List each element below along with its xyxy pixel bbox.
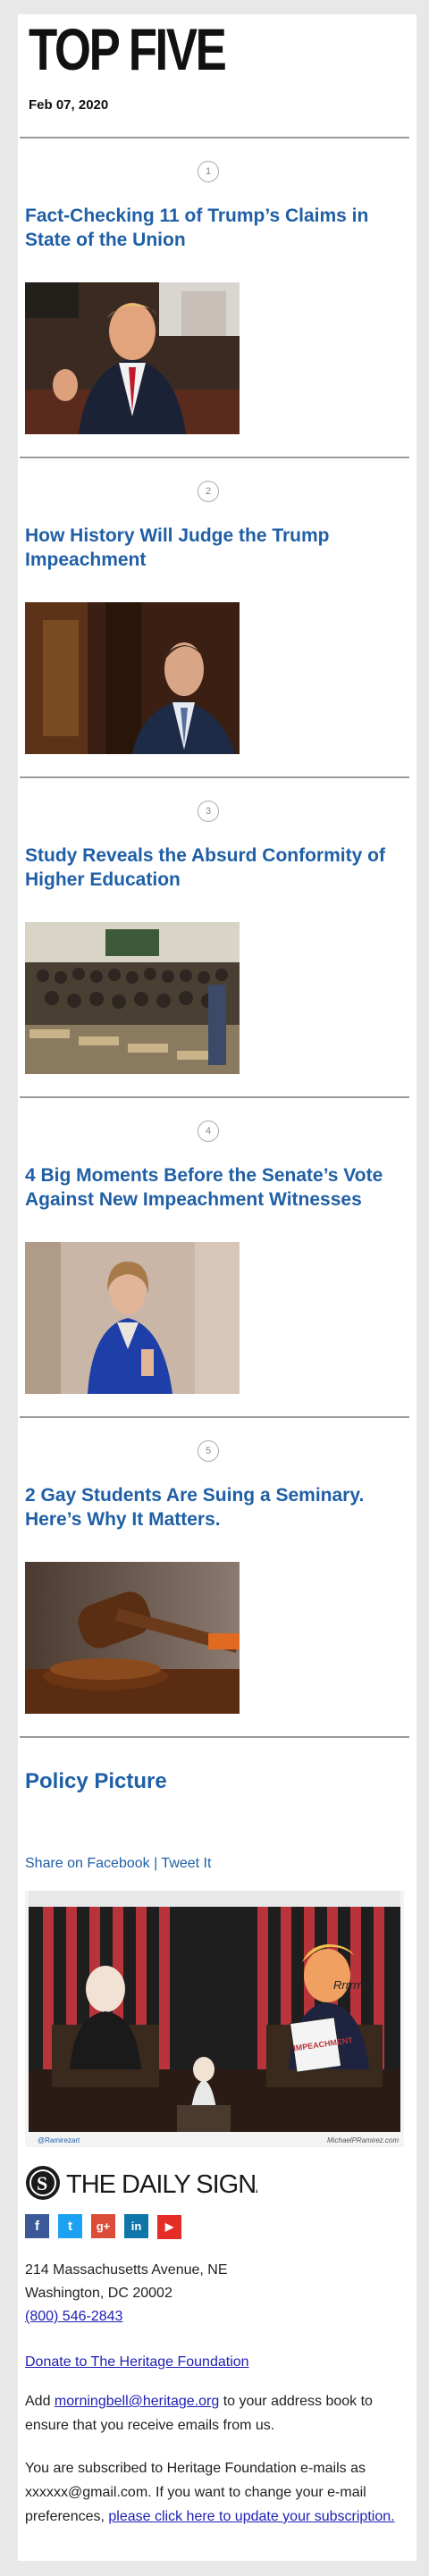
- address-line-1: 214 Massachusetts Avenue, NE: [25, 2262, 228, 2278]
- story-number-badge: 3: [198, 801, 219, 822]
- donate-link[interactable]: Donate to The Heritage Foundation: [25, 2354, 249, 2370]
- social-links: f t g+ in ▶: [25, 2214, 190, 2239]
- cartoon-credit-left: @Ramirezart: [38, 2136, 80, 2144]
- story-image[interactable]: [25, 922, 240, 1074]
- address-line-2: Washington, DC 20002: [25, 2286, 172, 2301]
- share-links: Share on Facebook | Tweet It: [25, 1856, 211, 1872]
- linkedin-icon[interactable]: in: [124, 2214, 148, 2238]
- add-prefix-text: Add: [25, 2394, 55, 2409]
- google-plus-icon[interactable]: g+: [91, 2214, 115, 2238]
- twitter-icon[interactable]: t: [58, 2214, 82, 2238]
- youtube-icon[interactable]: ▶: [157, 2215, 181, 2239]
- email-link[interactable]: morningbell@heritage.org: [55, 2394, 219, 2409]
- policy-cartoon-image[interactable]: IMPEACHMENT Rrrrrrrip @Ramirezart Michae…: [25, 1891, 404, 2147]
- newsletter-card: TOP FIVE Feb 07, 2020 1 Fact-Checking 11…: [18, 14, 416, 2561]
- story-image[interactable]: [25, 1242, 240, 1394]
- subscription-paragraph: You are subscribed to Heritage Foundatio…: [25, 2456, 400, 2529]
- postal-address: 214 Massachusetts Avenue, NE Washington,…: [25, 2259, 228, 2328]
- share-separator: |: [154, 1856, 158, 1871]
- donate-paragraph: Donate to The Heritage Foundation: [25, 2350, 400, 2374]
- divider: [20, 1096, 409, 1098]
- issue-date: Feb 07, 2020: [29, 97, 109, 113]
- story-number-badge: 4: [198, 1120, 219, 1142]
- logo-wordmark: THE DAILY SIGNAL: [66, 2170, 257, 2199]
- masthead-title: TOP FIVE: [29, 16, 227, 82]
- facebook-icon[interactable]: f: [25, 2214, 49, 2238]
- cartoon-credit-right: MichaelPRamirez.com: [327, 2136, 399, 2144]
- svg-text:S: S: [37, 2172, 47, 2194]
- story-headline-link[interactable]: 2 Gay Students Are Suing a Seminary. Her…: [25, 1483, 391, 1531]
- update-subscription-link[interactable]: please click here to update your subscri…: [108, 2509, 394, 2524]
- divider: [20, 776, 409, 778]
- daily-signal-logo[interactable]: S THE DAILY SIGNAL: [25, 2163, 287, 2203]
- story-headline-link[interactable]: Study Reveals the Absurd Conformity of H…: [25, 843, 391, 892]
- divider: [20, 137, 409, 138]
- story-number-badge: 5: [198, 1440, 219, 1462]
- share-facebook-link[interactable]: Share on Facebook: [25, 1856, 150, 1871]
- story-image[interactable]: [25, 282, 240, 434]
- tweet-link[interactable]: Tweet It: [161, 1856, 211, 1871]
- story-number-badge: 2: [198, 481, 219, 502]
- story-image[interactable]: [25, 602, 240, 754]
- phone-link[interactable]: (800) 546-2843: [25, 2309, 122, 2324]
- divider: [20, 1736, 409, 1738]
- story-number-badge: 1: [198, 161, 219, 182]
- address-book-paragraph: Add morningbell@heritage.org to your add…: [25, 2389, 400, 2438]
- cartoon-rip-text: Rrrrrrrip: [333, 1978, 374, 1992]
- story-headline-link[interactable]: Fact-Checking 11 of Trump’s Claims in St…: [25, 204, 391, 252]
- policy-picture-title: Policy Picture: [25, 1769, 167, 1793]
- divider: [20, 1416, 409, 1418]
- story-headline-link[interactable]: How History Will Judge the Trump Impeach…: [25, 524, 391, 572]
- story-image[interactable]: [25, 1562, 240, 1714]
- story-headline-link[interactable]: 4 Big Moments Before the Senate’s Vote A…: [25, 1163, 391, 1212]
- divider: [20, 457, 409, 458]
